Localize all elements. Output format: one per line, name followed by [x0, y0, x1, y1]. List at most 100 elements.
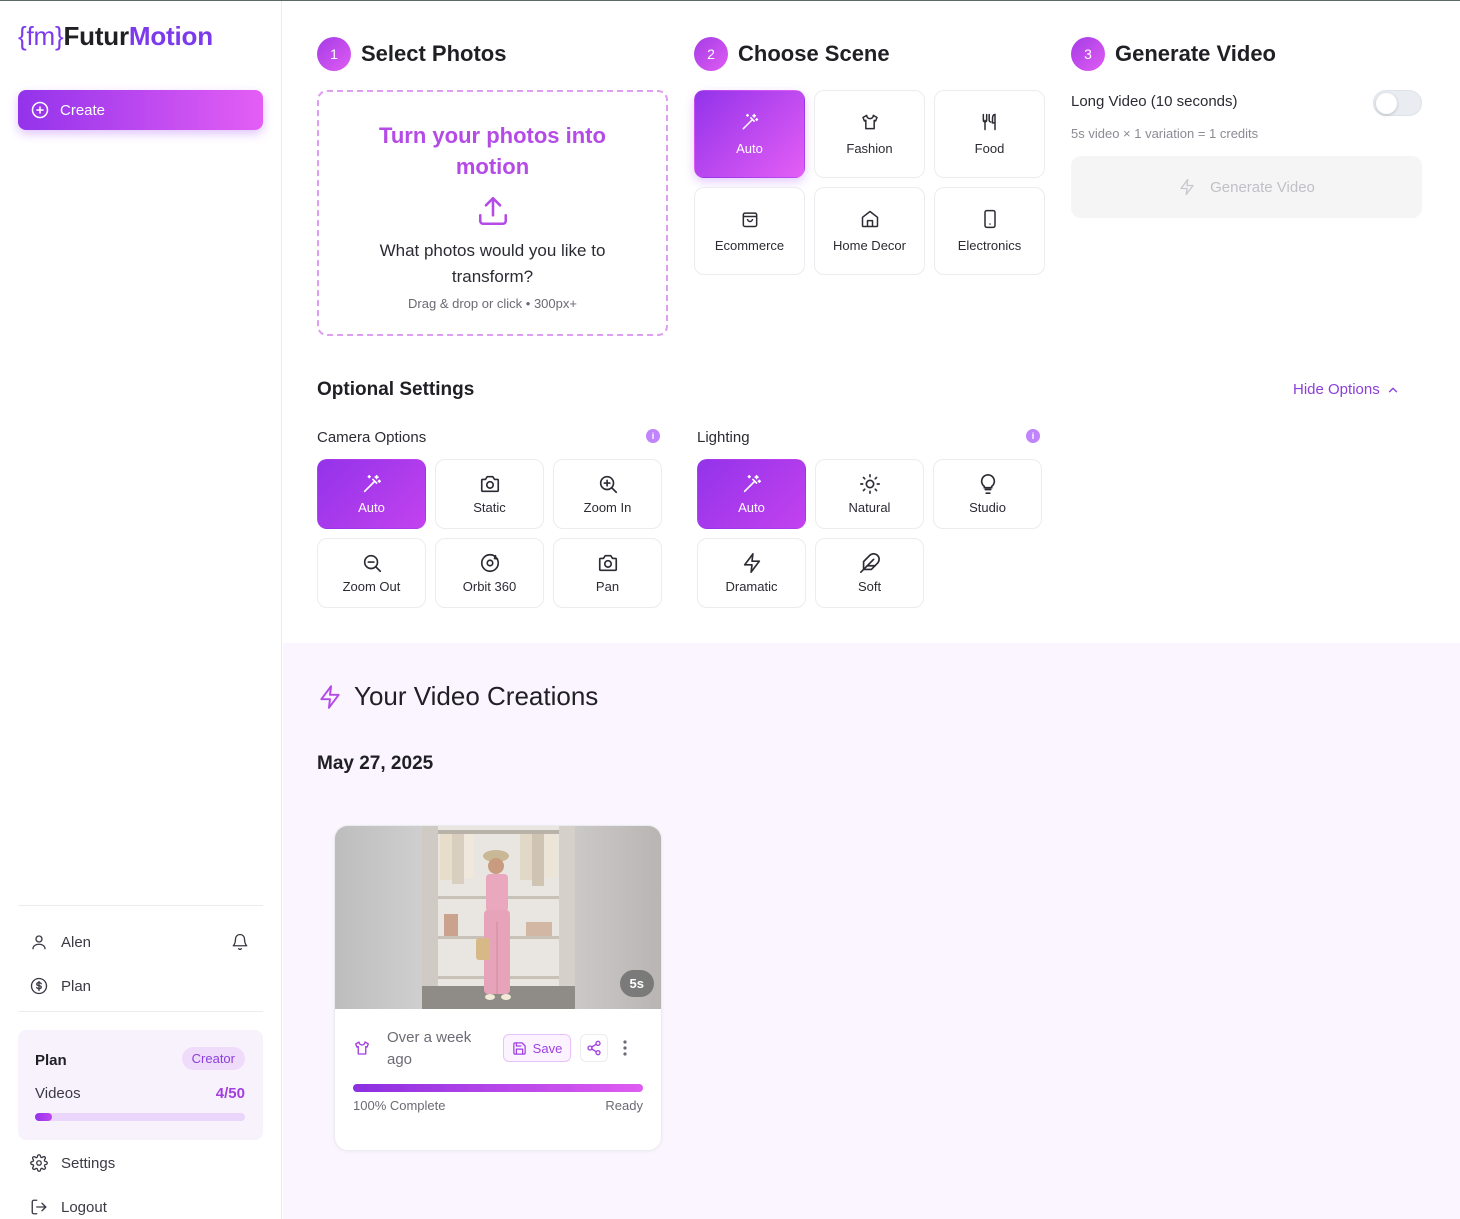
logout-label: Logout [61, 1198, 107, 1216]
share-icon [586, 1040, 602, 1056]
plan-link-label: Plan [61, 977, 92, 995]
step-number: 2 [694, 37, 728, 71]
scene-label: Fashion [846, 141, 893, 156]
scene-label: Auto [736, 141, 763, 156]
scene-electronics[interactable]: Electronics [934, 187, 1045, 275]
share-button[interactable] [580, 1034, 608, 1062]
shirt-icon [860, 112, 880, 132]
sidebar: {fm}FuturMotion Create Alen Plan Plan Cr… [0, 1, 282, 1219]
camera-icon [479, 473, 501, 495]
chevron-up-icon [1386, 383, 1400, 397]
lighting-option-label: Auto [738, 500, 765, 515]
sidebar-item-logout[interactable]: Logout [30, 1198, 107, 1216]
info-icon[interactable]: i [646, 429, 660, 443]
info-icon[interactable]: i [1026, 429, 1040, 443]
step-title: Generate Video [1115, 41, 1276, 66]
dropzone-heading: Turn your photos into motion [379, 123, 606, 179]
hide-options-button[interactable]: Hide Options [1293, 381, 1400, 398]
user-icon [30, 933, 48, 951]
plan-usage-bar [35, 1113, 245, 1121]
scene-label: Home Decor [833, 238, 906, 253]
plan-badge: Creator [181, 1047, 245, 1070]
camera-option-zoom-out[interactable]: Zoom Out [317, 538, 426, 608]
creations-heading: Your Video Creations [317, 681, 598, 712]
create-button[interactable]: Create [18, 90, 263, 130]
lighting-option-auto[interactable]: Auto [697, 459, 806, 529]
sidebar-item-plan[interactable]: Plan [30, 977, 91, 995]
progress-label: 100% Complete [353, 1098, 446, 1113]
shirt-icon [353, 1039, 371, 1057]
camera-option-label: Orbit 360 [462, 579, 517, 594]
lighting-option-label: Natural [848, 500, 891, 515]
logo-mark: {fm} [18, 21, 64, 51]
lighting-option-studio[interactable]: Studio [933, 459, 1042, 529]
logo-name-part2: Motion [128, 21, 213, 51]
long-video-label: Long Video (10 seconds) [1071, 93, 1238, 110]
plan-card: Plan Creator Videos 4/50 [18, 1030, 263, 1140]
toggle-knob [1376, 93, 1397, 114]
long-video-toggle[interactable] [1373, 90, 1422, 116]
scene-food[interactable]: Food [934, 90, 1045, 178]
camera-options-label: Camera Options [317, 429, 427, 446]
scene-ecommerce[interactable]: Ecommerce [694, 187, 805, 275]
camera-option-static[interactable]: Static [435, 459, 544, 529]
camera-icon [597, 552, 619, 574]
camera-option-label: Auto [358, 500, 385, 515]
upload-icon [476, 194, 510, 228]
save-icon [512, 1041, 527, 1056]
photo-dropzone[interactable]: Turn your photos into motion What photos… [317, 90, 668, 336]
zoom-in-icon [597, 473, 619, 495]
plan-usage-fill [35, 1113, 52, 1121]
logout-icon [30, 1198, 48, 1216]
brand-logo[interactable]: {fm}FuturMotion [18, 21, 213, 52]
step-choose-scene: 2 Choose Scene [694, 37, 890, 71]
more-options-icon[interactable] [622, 1039, 628, 1057]
sidebar-item-user[interactable]: Alen [30, 933, 91, 951]
lighting-option-natural[interactable]: Natural [815, 459, 924, 529]
scene-label: Food [974, 141, 1005, 156]
scene-fashion[interactable]: Fashion [814, 90, 925, 178]
scene-auto[interactable]: Auto [694, 90, 805, 178]
step-number: 1 [317, 37, 351, 71]
camera-option-label: Zoom In [583, 500, 632, 515]
feather-icon [859, 552, 881, 574]
smartphone-icon [980, 209, 1000, 229]
dollar-circle-icon [30, 977, 48, 995]
sidebar-divider [18, 1011, 263, 1012]
magic-wand-icon [361, 473, 383, 495]
generate-video-button[interactable]: Generate Video [1071, 156, 1422, 218]
save-button[interactable]: Save [503, 1034, 571, 1062]
progress-status: Ready [605, 1098, 643, 1113]
camera-option-pan[interactable]: Pan [553, 538, 662, 608]
lighting-option-dramatic[interactable]: Dramatic [697, 538, 806, 608]
lighting-option-soft[interactable]: Soft [815, 538, 924, 608]
scene-home-decor[interactable]: Home Decor [814, 187, 925, 275]
hide-options-label: Hide Options [1293, 381, 1380, 398]
sidebar-item-settings[interactable]: Settings [30, 1154, 115, 1172]
video-thumbnail[interactable]: 5s [335, 826, 661, 1009]
lighting-option-label: Studio [969, 500, 1006, 515]
logo-name-part1: Futur [63, 21, 129, 51]
save-label: Save [532, 1040, 563, 1056]
step-select-photos: 1 Select Photos [317, 37, 506, 71]
dropzone-hint: Drag & drop or click • 300px+ [408, 296, 577, 311]
sidebar-divider [18, 905, 263, 906]
camera-option-orbit-360[interactable]: Orbit 360 [435, 538, 544, 608]
optional-settings-title: Optional Settings [317, 379, 475, 400]
video-card[interactable]: 5s Over a week ago Save 100% Complete Re… [334, 825, 662, 1151]
lighting-option-label: Dramatic [725, 579, 778, 594]
video-creations-section: Your Video Creations May 27, 2025 5s Ove… [283, 643, 1460, 1219]
camera-option-auto[interactable]: Auto [317, 459, 426, 529]
user-name: Alen [61, 933, 92, 951]
camera-option-zoom-in[interactable]: Zoom In [553, 459, 662, 529]
duration-badge: 5s [619, 970, 654, 997]
plan-card-title: Plan [35, 1052, 67, 1069]
plan-videos-label: Videos [35, 1085, 81, 1102]
scene-label: Electronics [957, 238, 1022, 253]
video-progress-bar [353, 1084, 643, 1092]
sun-icon [859, 473, 881, 495]
camera-option-label: Pan [595, 579, 620, 594]
bell-icon[interactable] [231, 933, 249, 951]
step-title: Select Photos [361, 41, 507, 66]
create-label: Create [60, 101, 106, 119]
